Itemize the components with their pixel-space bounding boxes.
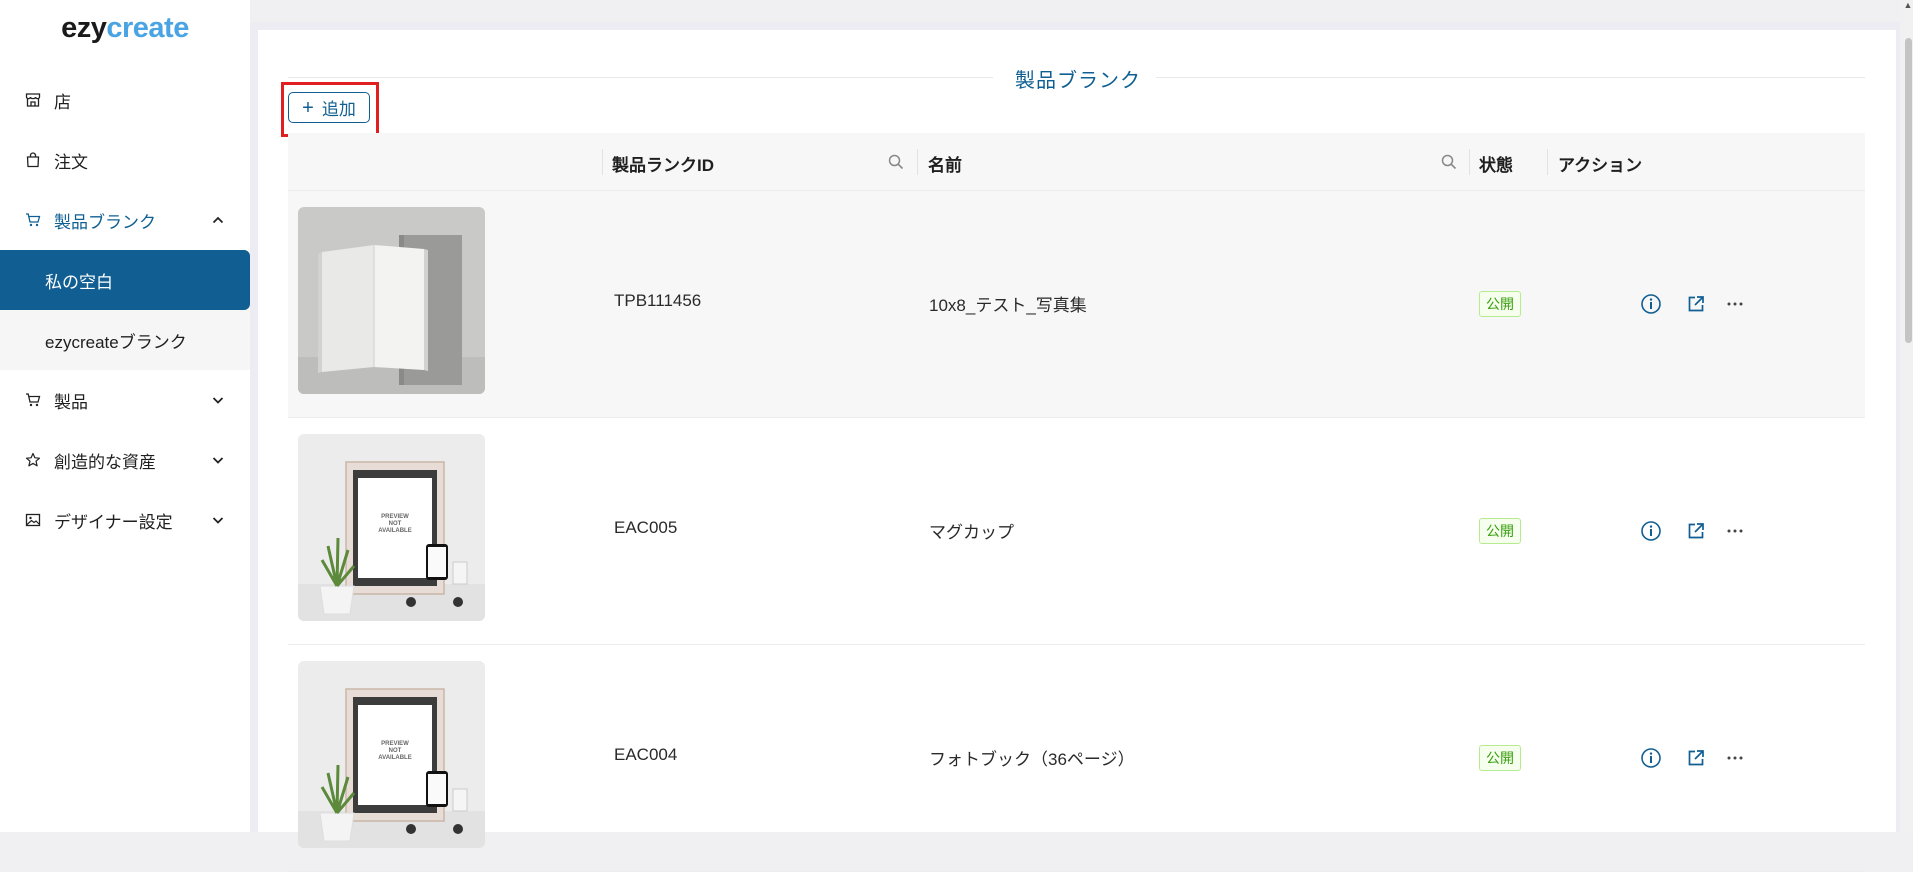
add-button-label: 追加	[321, 100, 356, 119]
scrollbar-thumb[interactable]	[1905, 38, 1912, 343]
star-icon	[24, 451, 42, 469]
table-row[interactable]: TPB111456 10x8_テスト_写真集 公開	[288, 191, 1865, 418]
scroll-up-arrow-icon[interactable]: ▲	[1903, 0, 1913, 10]
cell-product-id: EAC004	[614, 745, 678, 764]
sidebar-item-products[interactable]: 製品	[0, 370, 250, 430]
add-button[interactable]: + 追加	[288, 92, 370, 123]
cell-product-id: EAC005	[614, 518, 678, 537]
table-row[interactable]: PREVIEW NOT AVAILABLE EAC004 フォトブック（36ペー…	[288, 645, 1865, 872]
column-separator	[602, 149, 603, 175]
more-icon[interactable]	[1723, 519, 1747, 543]
shopping-bag-icon	[24, 151, 42, 169]
image-icon	[24, 511, 42, 529]
chevron-up-icon[interactable]	[210, 212, 226, 228]
product-thumbnail: PREVIEW NOT AVAILABLE	[298, 434, 485, 621]
sidebar-item-label: 製品	[54, 392, 88, 412]
sidebar-subitem-my-blanks[interactable]: 私の空白	[0, 250, 250, 310]
svg-text:PREVIEW: PREVIEW	[381, 514, 409, 520]
table-header: 製品ランクID 名前 状態 アクション	[288, 133, 1865, 191]
sidebar-item-designer-settings[interactable]: デザイナー設定	[0, 490, 250, 550]
more-icon[interactable]	[1723, 292, 1747, 316]
svg-text:PREVIEW: PREVIEW	[381, 741, 409, 747]
chevron-down-icon[interactable]	[210, 452, 226, 468]
sidebar-item-orders[interactable]: 注文	[0, 130, 250, 190]
status-badge: 公開	[1479, 745, 1521, 771]
product-thumbnail: PREVIEW NOT AVAILABLE	[298, 661, 485, 848]
store-icon	[24, 91, 42, 109]
column-header-name[interactable]: 名前	[928, 151, 962, 176]
cart-icon	[24, 211, 42, 229]
divider	[288, 77, 993, 78]
external-link-icon[interactable]	[1684, 292, 1708, 316]
sidebar-item-label: 注文	[54, 152, 88, 172]
divider	[1156, 77, 1865, 78]
sidebar-item-label: 製品ブランク	[54, 212, 156, 232]
sidebar: ezycreate 店 注文 製品ブランク 私の空白 ezycreateブランク	[0, 0, 250, 832]
page-header: 製品ブランク	[288, 62, 1865, 92]
sidebar-item-label: 店	[54, 92, 71, 112]
cell-product-name: フォトブック（36ページ）	[929, 750, 1135, 769]
sidebar-subitem-ezycreate-blanks[interactable]: ezycreateブランク	[0, 310, 250, 370]
column-separator	[1469, 149, 1470, 175]
cart-icon	[24, 391, 42, 409]
svg-text:AVAILABLE: AVAILABLE	[378, 755, 411, 761]
sidebar-item-store[interactable]: 店	[0, 70, 250, 130]
cell-product-name: マグカップ	[929, 523, 1014, 542]
svg-text:AVAILABLE: AVAILABLE	[378, 528, 411, 534]
search-icon[interactable]	[887, 153, 905, 171]
info-icon[interactable]	[1639, 746, 1663, 770]
cell-product-id: TPB111456	[614, 291, 702, 310]
column-header-status: 状態	[1479, 156, 1513, 175]
sidebar-item-label: デザイナー設定	[54, 512, 173, 532]
app-logo[interactable]: ezycreate	[0, 12, 250, 45]
info-icon[interactable]	[1639, 292, 1663, 316]
product-blanks-table: 製品ランクID 名前 状態 アクション TPB111456 10x8_テスト_写…	[288, 133, 1865, 872]
external-link-icon[interactable]	[1684, 519, 1708, 543]
sidebar-nav: 店 注文 製品ブランク 私の空白 ezycreateブランク 製品 創造的な資産…	[0, 70, 250, 550]
sidebar-subitem-label: ezycreateブランク	[45, 332, 187, 352]
more-icon[interactable]	[1723, 746, 1747, 770]
cell-product-name: 10x8_テスト_写真集	[929, 296, 1087, 315]
column-separator	[917, 149, 918, 175]
sidebar-item-label: 創造的な資産	[54, 452, 156, 472]
table-row[interactable]: PREVIEW NOT AVAILABLE EAC005 マグカップ 公開	[288, 418, 1865, 645]
info-icon[interactable]	[1639, 519, 1663, 543]
column-header-actions: アクション	[1558, 156, 1643, 175]
search-icon[interactable]	[1440, 153, 1458, 171]
svg-text:NOT: NOT	[389, 748, 402, 754]
status-badge: 公開	[1479, 518, 1521, 544]
plus-icon: +	[302, 96, 314, 119]
sidebar-item-creative-assets[interactable]: 創造的な資産	[0, 430, 250, 490]
chevron-down-icon[interactable]	[210, 512, 226, 528]
sidebar-item-product-blanks[interactable]: 製品ブランク	[0, 190, 250, 250]
external-link-icon[interactable]	[1684, 746, 1708, 770]
status-badge: 公開	[1479, 291, 1521, 317]
product-thumbnail	[298, 207, 485, 394]
column-separator	[1547, 149, 1548, 175]
column-header-id[interactable]: 製品ランクID	[612, 151, 714, 176]
page-title: 製品ブランク	[1015, 70, 1141, 92]
sidebar-subitem-label: 私の空白	[45, 272, 113, 292]
chevron-down-icon[interactable]	[210, 392, 226, 408]
svg-text:NOT: NOT	[389, 521, 402, 527]
